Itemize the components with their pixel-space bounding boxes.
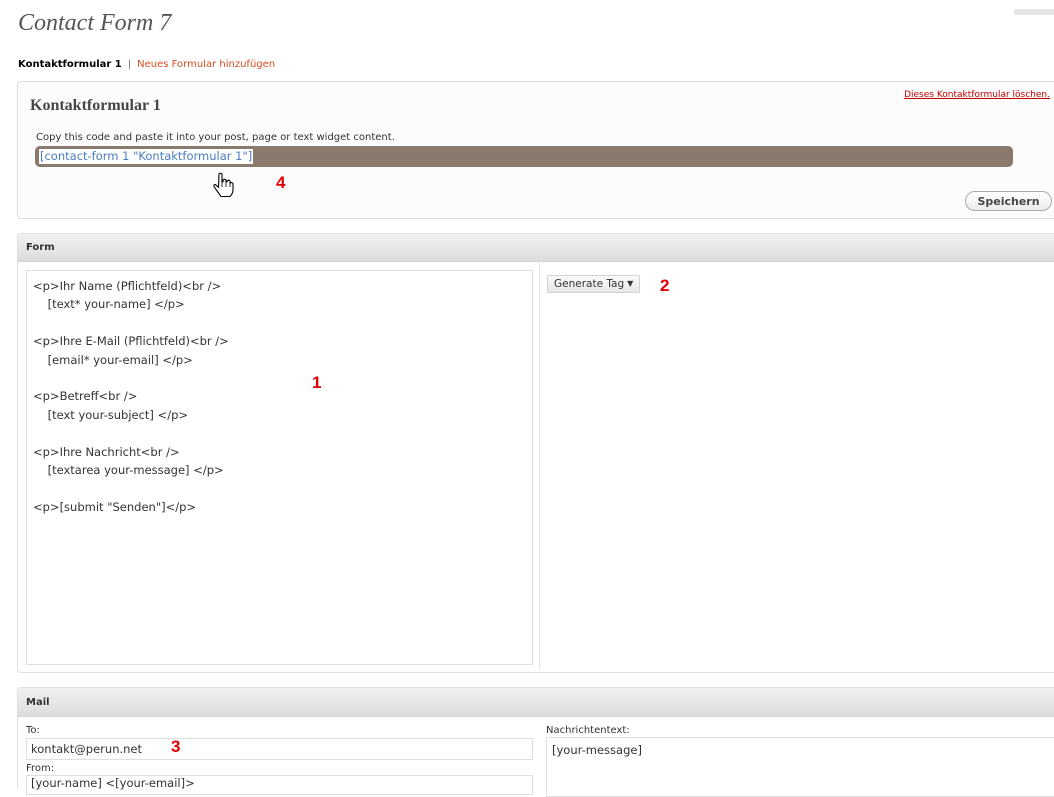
save-button[interactable]: Speichern [965,191,1052,211]
add-new-form-link[interactable]: Neues Formular hinzufügen [137,59,275,70]
copy-hint-text: Copy this code and paste it into your po… [36,132,395,143]
message-body-textarea[interactable]: [your-message] [546,737,1054,797]
shortcode-text[interactable]: [contact-form 1 "Kontaktformular 1"] [39,149,254,164]
annotation-3: 3 [171,737,181,756]
page-title: Contact Form 7 [18,10,172,36]
generate-tag-label: Generate Tag [554,278,625,290]
annotation-4: 4 [276,173,286,192]
dropdown-arrow-icon: ▼ [627,279,634,288]
hand-cursor-icon [213,172,234,198]
form-section-divider [539,261,540,670]
from-label: From: [26,763,55,774]
to-label: To: [26,725,40,736]
mail-section-title: Mail [26,697,50,708]
form-section-header: Form [18,234,1054,262]
generate-tag-button[interactable]: Generate Tag ▼ [547,275,641,293]
message-body-label: Nachrichtentext: [546,725,630,736]
delete-form-link[interactable]: Dieses Kontaktformular löschen. [904,90,1050,100]
form-code-editor[interactable]: <p>Ihr Name (Pflichtfeld)<br /> [text* y… [26,270,533,665]
to-input[interactable]: kontakt@perun.net [26,738,533,760]
form-section-title: Form [26,242,55,253]
screen-options-tab[interactable] [1014,9,1054,15]
annotation-2: 2 [660,276,670,295]
subnav-current-form[interactable]: Kontaktformular 1 [18,59,122,70]
annotation-1: 1 [312,373,322,392]
form-name-heading[interactable]: Kontaktformular 1 [30,97,161,115]
mail-section-header: Mail [18,688,1054,717]
subnav: Kontaktformular 1 | Neues Formular hinzufü… [18,59,275,70]
subnav-separator: | [127,59,132,70]
from-input[interactable]: [your-name] <[your-email]> [26,775,533,795]
